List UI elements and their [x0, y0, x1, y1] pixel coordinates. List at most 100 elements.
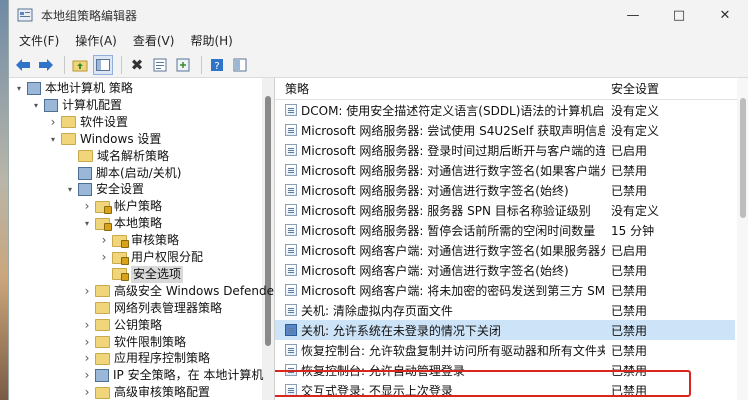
list-header: 策略 安全设置: [275, 78, 748, 100]
chevron-down-icon[interactable]: ▾: [81, 215, 93, 232]
tree-item[interactable]: ▾ Windows 设置: [47, 131, 161, 148]
delete-x-icon[interactable]: ✖: [127, 55, 147, 75]
policy-setting-icon: [285, 204, 297, 216]
column-header-setting[interactable]: 安全设置: [605, 80, 735, 97]
chevron-down-icon[interactable]: ▾: [64, 181, 76, 198]
chevron-right-icon[interactable]: ›: [81, 384, 93, 400]
tree-item[interactable]: ▾ 本地策略: [81, 215, 162, 232]
policy-row[interactable]: DCOM: 使用安全描述符定义语言(SDDL)语法的计算机启动... 没有定义: [275, 100, 735, 120]
menu-help[interactable]: 帮助(H): [182, 30, 240, 52]
policy-name: 关机: 允许系统在未登录的情况下关闭: [301, 323, 501, 338]
chevron-right-icon[interactable]: ›: [81, 317, 93, 334]
chevron-right-icon[interactable]: ›: [81, 283, 93, 300]
list-scroll-thumb[interactable]: [740, 98, 746, 218]
policy-setting-icon: [285, 224, 297, 236]
extended-view-icon[interactable]: [230, 55, 250, 75]
policy-row[interactable]: 恢复控制台: 允许自动管理登录 已禁用: [275, 360, 735, 380]
window-title: 本地组策略编辑器: [41, 8, 138, 23]
security-setting-value: 已禁用: [611, 163, 648, 178]
show-hide-tree-icon[interactable]: [93, 54, 113, 75]
policy-row[interactable]: Microsoft 网络客户端: 对通信进行数字签名(始终) 已禁用: [275, 260, 735, 280]
chevron-right-icon[interactable]: ›: [98, 249, 110, 266]
policy-row[interactable]: Microsoft 网络客户端: 对通信进行数字签名(如果服务器允许) 已启用: [275, 240, 735, 260]
tree-item-label: 应用程序控制策略: [114, 351, 211, 366]
policy-row[interactable]: 恢复控制台: 允许软盘复制并访问所有驱动器和所有文件夹 已禁用: [275, 340, 735, 360]
policy-row[interactable]: 关机: 允许系统在未登录的情况下关闭 已禁用: [275, 320, 735, 340]
menu-view[interactable]: 查看(V): [125, 30, 183, 52]
tree-item[interactable]: 安全选项: [98, 265, 184, 283]
tree-item[interactable]: › 高级安全 Windows Defender 防: [81, 283, 274, 300]
chevron-down-icon[interactable]: ▾: [13, 80, 25, 97]
policy-name: Microsoft 网络客户端: 对通信进行数字签名(始终): [301, 263, 569, 278]
tree-item-label: Windows 设置: [80, 131, 162, 146]
forward-arrow-icon[interactable]: [36, 55, 56, 75]
tree-item-label: 网络列表管理器策略: [114, 300, 223, 315]
properties-icon[interactable]: [150, 55, 170, 75]
security-setting-value: 已禁用: [611, 283, 648, 298]
policy-row[interactable]: Microsoft 网络服务器: 尝试使用 S4U2Self 获取声明信息 没有定…: [275, 120, 735, 140]
chevron-right-icon[interactable]: ›: [81, 350, 93, 367]
tree-item[interactable]: 域名解析策略: [64, 148, 169, 165]
policy-cell: DCOM: 使用安全描述符定义语言(SDDL)语法的计算机启动...: [275, 102, 605, 119]
group-policy-editor-window: 本地组策略编辑器 — □ ✕ 文件(F) 操作(A) 查看(V) 帮助(H) ✖: [8, 0, 748, 400]
tree-scrollbar[interactable]: [262, 78, 274, 400]
menu-action[interactable]: 操作(A): [67, 30, 125, 52]
tree-item[interactable]: 网络列表管理器策略: [81, 300, 222, 317]
tree-item-label: 脚本(启动/关机): [96, 165, 182, 180]
tree-scroll-thumb[interactable]: [265, 96, 271, 346]
tree-item[interactable]: ▾ 安全设置: [64, 181, 144, 198]
policy-row[interactable]: Microsoft 网络服务器: 登录时间过期后断开与客户端的连接 已启用: [275, 140, 735, 160]
tree-item[interactable]: › IP 安全策略，在 本地计算机: [81, 367, 263, 384]
policy-row[interactable]: Microsoft 网络服务器: 服务器 SPN 目标名称验证级别 没有定义: [275, 200, 735, 220]
chevron-right-icon[interactable]: ›: [81, 334, 93, 351]
tree-item[interactable]: › 公钥策略: [81, 317, 162, 334]
tree-item[interactable]: › 应用程序控制策略: [81, 350, 210, 367]
security-setting-value: 已禁用: [611, 183, 648, 198]
policy-row[interactable]: Microsoft 网络服务器: 暂停会话前所需的空闲时间数量 15 分钟: [275, 220, 735, 240]
policy-name: Microsoft 网络服务器: 尝试使用 S4U2Self 获取声明信息: [301, 123, 605, 138]
policy-cell: Microsoft 网络服务器: 服务器 SPN 目标名称验证级别: [275, 202, 605, 219]
policy-name: DCOM: 使用安全描述符定义语言(SDDL)语法的计算机启动...: [301, 103, 605, 118]
chevron-right-icon[interactable]: ›: [47, 114, 59, 131]
tree-item[interactable]: › 帐户策略: [81, 198, 162, 215]
help-icon[interactable]: ?: [207, 55, 227, 75]
policy-cell: 关机: 清除虚拟内存页面文件: [275, 302, 605, 319]
lock-folder-icon: [95, 217, 112, 231]
column-header-policy[interactable]: 策略: [275, 80, 605, 97]
close-button[interactable]: ✕: [702, 0, 748, 30]
chevron-right-icon[interactable]: ›: [81, 367, 93, 384]
minimize-button[interactable]: —: [610, 0, 656, 30]
up-folder-icon[interactable]: [70, 55, 90, 75]
policy-row[interactable]: 关机: 清除虚拟内存页面文件 已禁用: [275, 300, 735, 320]
lock-folder-icon: [112, 268, 129, 282]
title-bar[interactable]: 本地组策略编辑器 — □ ✕: [9, 0, 748, 30]
tree-item[interactable]: ▾ 计算机配置: [30, 97, 122, 114]
back-arrow-icon[interactable]: [13, 55, 33, 75]
policy-row[interactable]: Microsoft 网络服务器: 对通信进行数字签名(如果客户端允许) 已禁用: [275, 160, 735, 180]
export-list-icon[interactable]: [173, 55, 193, 75]
chevron-down-icon[interactable]: ▾: [30, 97, 42, 114]
security-setting-value: 已禁用: [611, 263, 648, 278]
policy-cell: 恢复控制台: 允许软盘复制并访问所有驱动器和所有文件夹: [275, 342, 605, 359]
chevron-down-icon[interactable]: ▾: [47, 131, 59, 148]
policy-cell: Microsoft 网络服务器: 暂停会话前所需的空闲时间数量: [275, 222, 605, 239]
policy-row[interactable]: Microsoft 网络客户端: 将未加密的密码发送到第三方 SMB ... 已禁…: [275, 280, 735, 300]
policy-cell: Microsoft 网络客户端: 对通信进行数字签名(始终): [275, 262, 605, 279]
chevron-right-icon[interactable]: ›: [81, 198, 93, 215]
tree-item[interactable]: › 软件限制策略: [81, 334, 186, 351]
tree-item[interactable]: › 用户权限分配: [98, 249, 203, 266]
tree-item[interactable]: 脚本(启动/关机): [64, 165, 181, 182]
toolbar: ✖ ?: [9, 52, 748, 78]
chevron-right-icon[interactable]: ›: [98, 232, 110, 249]
tree-item-label: 软件限制策略: [114, 334, 187, 349]
policy-row[interactable]: 交互式登录: 不显示上次登录 已禁用: [275, 380, 735, 400]
menu-file[interactable]: 文件(F): [11, 30, 67, 52]
policy-row[interactable]: Microsoft 网络服务器: 对通信进行数字签名(始终) 已禁用: [275, 180, 735, 200]
navigation-tree[interactable]: ▾ 本地计算机 策略 ▾ 计算机配置 › 软件设置 ▾ Windows 设置 域名解析策略 脚本(…: [9, 78, 275, 400]
tree-item[interactable]: › 审核策略: [98, 232, 179, 249]
list-scrollbar[interactable]: [737, 78, 748, 400]
maximize-button[interactable]: □: [656, 0, 702, 30]
tree-item[interactable]: › 高级审核策略配置: [81, 384, 210, 400]
tree-item[interactable]: › 软件设置: [47, 114, 128, 131]
tree-item[interactable]: ▾ 本地计算机 策略: [13, 80, 133, 97]
